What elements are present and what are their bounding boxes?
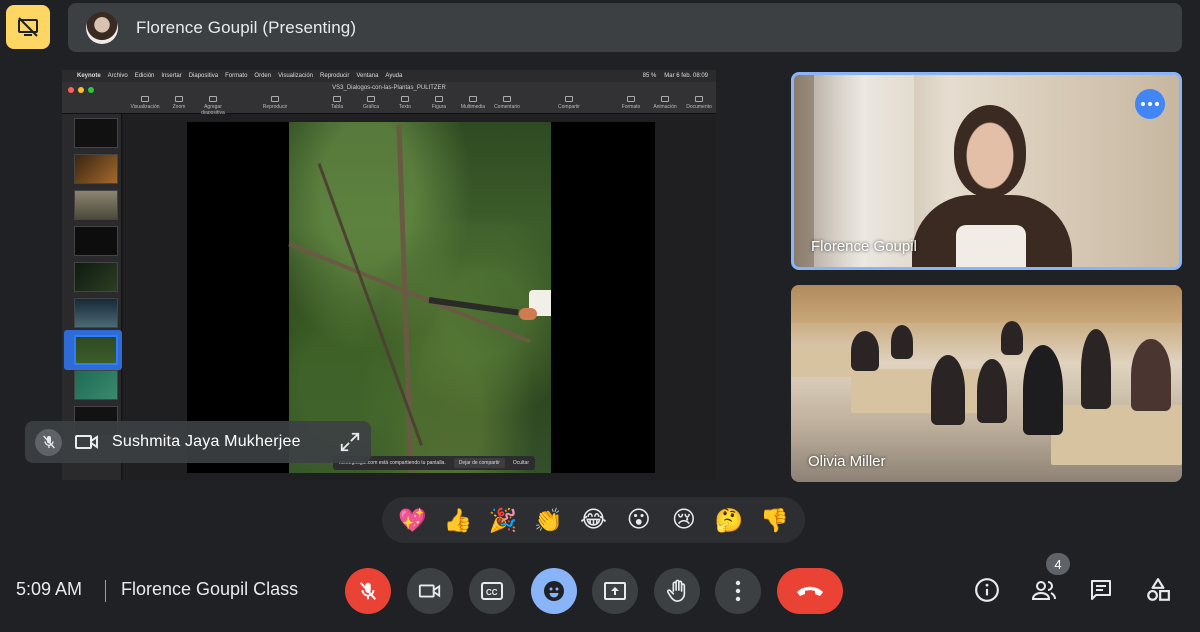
toolbar-item: Figura [422,96,456,116]
leave-call-button[interactable] [777,568,843,614]
menu-item: Edición [134,73,155,79]
toolbar-item: Agregar diapositiva [196,96,230,116]
reaction-sad-button[interactable]: 😢 [666,502,702,538]
pin-off-button[interactable] [6,5,50,49]
slide-thumbnail [74,226,118,256]
menu-item: Archivo [107,73,128,79]
more-vert-icon [735,580,741,602]
reaction-thinking-button[interactable]: 🤔 [711,502,747,538]
mac-menubar: Keynote Archivo Edición Insertar Diaposi… [62,70,716,82]
hang-up-icon [797,586,823,596]
battery-text: 85 % [642,73,657,79]
menu-item: Keynote [77,73,101,79]
people-icon [1031,581,1056,600]
slide-thumbnail-selected [74,335,118,365]
people-button[interactable] [1028,574,1060,606]
slide-thumbnail [74,154,118,184]
captions-button[interactable]: CC [469,568,515,614]
activities-button[interactable] [1142,574,1174,606]
participant-name: Olivia Miller [808,453,886,470]
menu-item: Ayuda [385,73,403,79]
classroom-cabinets [791,285,1182,323]
toolbar-item: Multimedia [456,96,490,116]
toolbar-item: Visualización [128,96,162,116]
raise-hand-button[interactable] [654,568,700,614]
toolbar-item: Documento [682,96,716,116]
reaction-laugh-button[interactable]: 😂 [575,502,611,538]
participant-count-badge: 4 [1046,553,1070,575]
self-name-label: Sushmita Jaya Mukherjee [112,433,301,450]
toolbar-item: Compartir [552,96,586,116]
mic-off-icon [359,582,377,600]
menu-item: Diapositiva [188,73,219,79]
closed-captions-icon: CC [481,582,503,600]
menu-item: Formato [225,73,248,79]
video-camera-icon [75,435,98,449]
reaction-heart-button[interactable]: 💖 [395,502,431,538]
toolbar-item: Texto [388,96,422,116]
menu-item: Ventana [356,73,379,79]
mic-off-indicator [35,428,62,456]
menu-item: Visualización [278,73,314,79]
participant-name: Florence Goupil [811,238,917,255]
microphone-toggle-button[interactable] [345,568,391,614]
menu-item: Orden [254,73,272,79]
toolbar-item: Tabla [320,96,354,116]
raise-hand-icon [667,579,686,602]
info-icon [975,578,999,602]
present-screen-button[interactable] [592,568,638,614]
reaction-thumbs-down-button[interactable]: 👎 [756,502,792,538]
svg-text:CC: CC [486,588,498,597]
reactions-bar: 💖 👍 🎉 👏 😂 😮 😢 🤔 👎 [382,497,805,543]
video-camera-icon [418,584,441,598]
reactions-button[interactable] [531,568,577,614]
clock-text: Mar 6 feb. 08:09 [664,73,708,79]
present-off-icon [18,17,38,37]
slide-thumbnail [74,298,118,328]
toolbar-item: Comentario [490,96,524,116]
menu-item: Reproducir [320,73,350,79]
stop-sharing-button: Dejar de compartir [453,458,505,468]
toolbar-item: Gráfica [354,96,388,116]
presenting-text: Florence Goupil (Presenting) [136,17,357,37]
reaction-party-button[interactable]: 🎉 [485,502,521,538]
clock-time: 5:09 AM [16,579,83,599]
meeting-name: Florence Goupil Class [121,579,299,599]
emoji-icon [544,581,564,601]
participant-tile-olivia[interactable]: Olivia Miller [791,285,1182,482]
self-view-tile[interactable]: Sushmita Jaya Mukherjee [25,421,371,463]
chat-icon [1091,580,1111,600]
menu-item: Insertar [161,73,182,79]
presenting-banner: Florence Goupil (Presenting) [68,3,1182,52]
document-title: VS3_Dialogos-con-las-Plantas_PULITZER [332,85,446,91]
chat-button[interactable] [1085,574,1117,606]
shared-screen: Keynote Archivo Edición Insertar Diaposi… [62,70,716,480]
meeting-details-button[interactable] [971,574,1003,606]
reaction-clap-button[interactable]: 👏 [530,502,566,538]
activities-shapes-icon [1147,578,1170,601]
reaction-surprised-button[interactable]: 😮 [621,502,657,538]
toolbar-item: Zoom [162,96,196,116]
present-screen-icon [604,582,626,600]
mic-off-icon [42,435,55,449]
slide-thumbnail [74,118,118,148]
toolbar-item: Formato [614,96,648,116]
more-options-button[interactable] [715,568,761,614]
camera-toggle-button[interactable] [407,568,453,614]
hide-button: Ocultar [512,460,529,466]
reaction-thumbs-up-button[interactable]: 👍 [440,502,476,538]
slide-thumbnail [74,262,118,292]
toolbar-item: Reproducir [258,96,292,116]
divider [105,580,106,602]
avatar [86,11,118,44]
slide-thumbnail [74,370,118,400]
more-options-button[interactable] [1135,89,1165,119]
expand-icon[interactable] [339,431,361,453]
toolbar-item: Animación [648,96,682,116]
participant-tile-florence[interactable]: Florence Goupil [791,72,1182,270]
keynote-toolbar: VS3_Dialogos-con-las-Plantas_PULITZER Vi… [62,82,716,116]
slide-thumbnail [74,190,118,220]
